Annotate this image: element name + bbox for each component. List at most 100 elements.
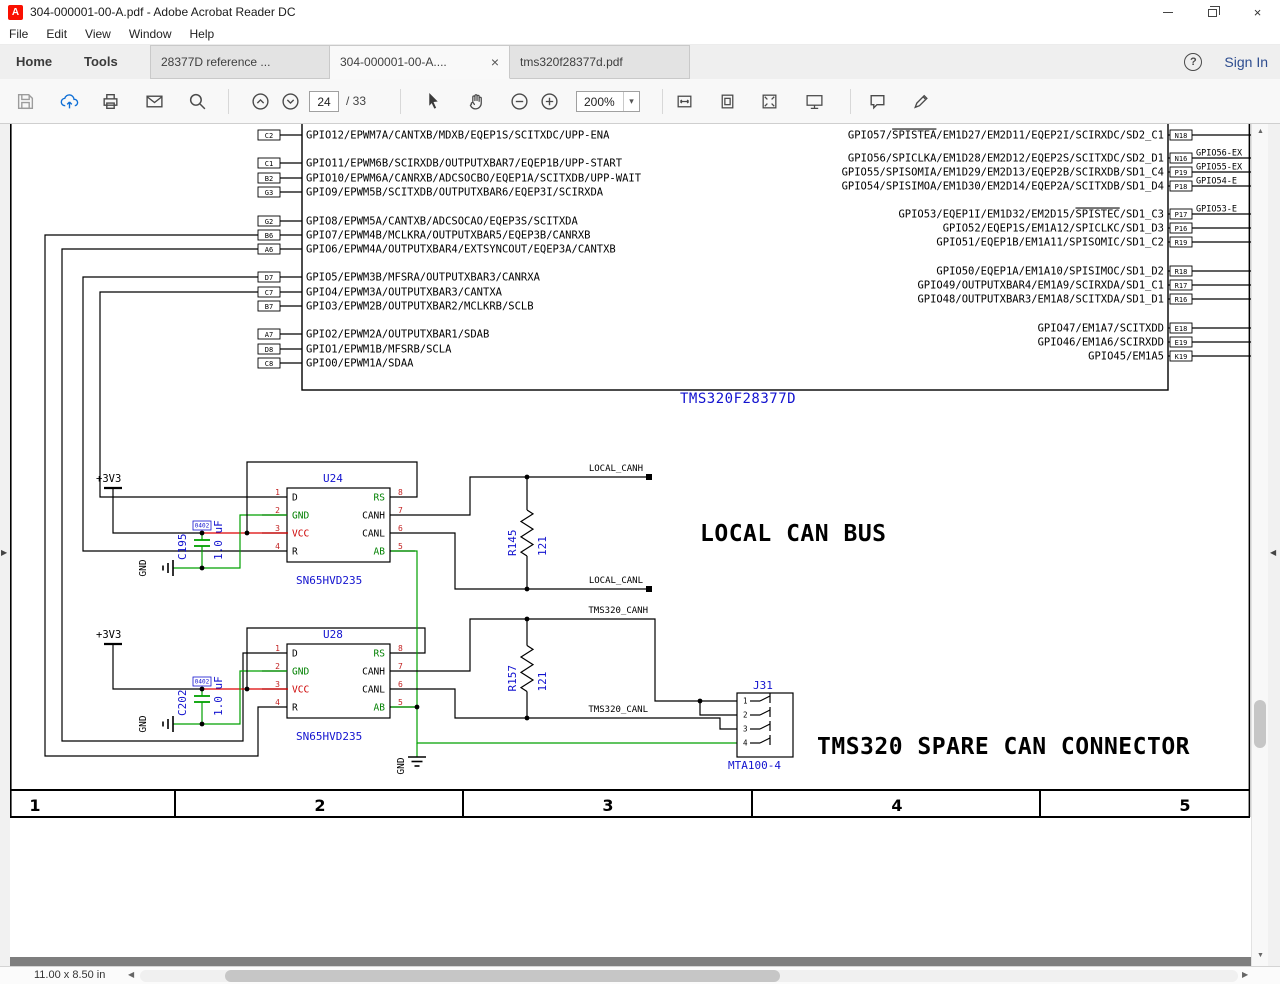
scroll-up-icon[interactable]: ▲	[1252, 128, 1269, 135]
svg-text:D: D	[292, 648, 298, 659]
next-page-button[interactable]	[274, 85, 306, 117]
comment-button[interactable]	[861, 85, 893, 117]
previous-page-button[interactable]	[244, 85, 276, 117]
tab-close-icon[interactable]: ×	[491, 54, 499, 70]
doc-tab-2-active[interactable]: 304-000001-00-A.... ×	[330, 45, 510, 79]
mcu-left-pins: C2 GPIO12/EPWM7A/CANTXB/MDXB/EQEP1S/SCITX…	[257, 130, 642, 370]
sign-in-button[interactable]: Sign In	[1224, 54, 1268, 70]
close-button[interactable]: ×	[1235, 0, 1280, 24]
select-tool-button[interactable]	[417, 85, 449, 117]
email-button[interactable]	[138, 85, 170, 117]
svg-text:RS: RS	[374, 648, 386, 659]
svg-text:R145: R145	[506, 530, 519, 557]
hscroll-left-icon[interactable]: ◀	[128, 970, 134, 979]
menu-help[interactable]: Help	[181, 27, 224, 41]
menu-edit[interactable]: Edit	[37, 27, 76, 41]
svg-text:GPIO50/EQEP1A/EM1A10/SPISIMOC/: GPIO50/EQEP1A/EM1A10/SPISIMOC/SD1_D2	[936, 266, 1164, 278]
svg-text:4: 4	[743, 739, 748, 748]
document-tabs: 28377D reference ... 304-000001-00-A....…	[150, 45, 690, 79]
svg-text:C7: C7	[265, 289, 273, 297]
resistors: R145 121 R157 121	[506, 477, 549, 718]
svg-text:N18: N18	[1175, 132, 1188, 140]
svg-text:G3: G3	[265, 189, 273, 197]
pdf-page[interactable]: 1 2 3 4 5 TMS320F28377D C2 GPIO12/EPWM7A/CANTXB…	[10, 124, 1251, 957]
svg-text:GPIO45/EM1A5: GPIO45/EM1A5	[1088, 351, 1164, 363]
menu-window[interactable]: Window	[120, 27, 181, 41]
menu-file[interactable]: File	[0, 27, 37, 41]
save-button[interactable]	[9, 85, 41, 117]
share-cloud-button[interactable]	[53, 85, 85, 117]
svg-text:GPIO6/EPWM4A/OUTPUTXBAR4/EXTSY: GPIO6/EPWM4A/OUTPUTXBAR4/EXTSYNCOUT/EQEP…	[306, 244, 616, 256]
scroll-down-icon[interactable]: ▼	[1252, 952, 1269, 959]
hscroll-thumb[interactable]	[225, 970, 780, 982]
zoom-out-button[interactable]	[503, 85, 535, 117]
page-count-label: / 33	[346, 94, 367, 108]
svg-text:K19: K19	[1175, 353, 1188, 361]
banner-labels: LOCAL CAN BUS TMS320 SPARE CAN CONNECTOR	[700, 521, 1190, 760]
right-panel-toggle-icon[interactable]: ◀	[1270, 548, 1276, 557]
transceiver-ics: U24 SN65HVD235 1 D 2 GND 3 VCC 4 R 8 RS 7 CANH 6 CANL 5 A…	[262, 472, 415, 743]
vertical-scrollbar[interactable]: ▲ ▼	[1251, 124, 1268, 966]
svg-text:R157: R157	[506, 665, 519, 692]
left-panel-toggle-icon[interactable]: ▶	[1, 548, 7, 557]
draw-tool-button[interactable]	[904, 85, 936, 117]
svg-text:0402: 0402	[195, 523, 210, 530]
svg-text:E19: E19	[1175, 339, 1188, 347]
svg-text:CANH: CANH	[362, 666, 385, 677]
svg-text:7: 7	[398, 662, 403, 671]
page-number-input[interactable]	[309, 91, 339, 112]
svg-text:GPIO49/OUTPUTXBAR4/EM1A9/SCIRX: GPIO49/OUTPUTXBAR4/EM1A9/SCIRXDA/SD1_C1	[917, 280, 1164, 292]
svg-text:D8: D8	[265, 346, 273, 354]
email-icon	[145, 95, 163, 107]
svg-text:AB: AB	[374, 702, 386, 713]
svg-text:GPIO9/EPWM5B/SCITXDB/OUTPUTXBA: GPIO9/EPWM5B/SCITXDB/OUTPUTXBAR6/EQEP3I/…	[306, 187, 604, 199]
hscroll-right-icon[interactable]: ▶	[1242, 970, 1248, 979]
zoom-level-dropdown[interactable]: 200% ▾	[576, 91, 640, 112]
svg-text:1: 1	[743, 697, 748, 706]
fit-width-button[interactable]	[668, 85, 700, 117]
svg-text:R16: R16	[1175, 296, 1188, 304]
window-controls: ×	[1145, 0, 1280, 24]
hand-tool-button[interactable]	[460, 85, 492, 117]
search-button[interactable]	[181, 85, 213, 117]
svg-text:5: 5	[1179, 796, 1190, 815]
svg-text:GPIO7/EPWM4B/MCLKRA/OUTPUTXBAR: GPIO7/EPWM4B/MCLKRA/OUTPUTXBAR5/EQEP3B/C…	[306, 230, 590, 242]
help-icon[interactable]: ?	[1184, 53, 1203, 71]
svg-text:1: 1	[29, 796, 40, 815]
svg-text:GPIO47/EM1A7/SCITXDD: GPIO47/EM1A7/SCITXDD	[1038, 323, 1164, 335]
svg-text:1.0 uF: 1.0 uF	[212, 520, 225, 560]
svg-text:GPIO11/EPWM6B/SCIRXDB/OUTPUTXB: GPIO11/EPWM6B/SCIRXDB/OUTPUTXBAR7/EQEP1B…	[306, 158, 623, 170]
presentation-mode-button[interactable]	[798, 85, 830, 117]
horizontal-scrollbar[interactable]	[140, 970, 1238, 982]
tab-home[interactable]: Home	[16, 45, 52, 79]
print-button[interactable]	[94, 85, 126, 117]
menu-view[interactable]: View	[76, 27, 120, 41]
vscroll-thumb[interactable]	[1254, 700, 1266, 748]
svg-text:GND: GND	[292, 510, 309, 521]
svg-text:GPIO0/EPWM1A/SDAA: GPIO0/EPWM1A/SDAA	[306, 358, 414, 370]
doc-tab-3[interactable]: tms320f28377d.pdf	[510, 45, 690, 79]
actual-size-button[interactable]	[753, 85, 785, 117]
close-icon: ×	[1253, 4, 1262, 20]
svg-text:D: D	[292, 492, 298, 503]
fit-width-icon	[677, 95, 691, 107]
svg-text:GPIO55/SPISOMIA/EM1D29/EM2D13/: GPIO55/SPISOMIA/EM1D29/EM2D13/EQEP2B/SCI…	[842, 167, 1164, 179]
svg-text:U28: U28	[323, 628, 343, 641]
doc-tab-1[interactable]: 28377D reference ...	[150, 45, 330, 79]
svg-text:GPIO53/EQEP1I/EM1D32/EM2D15/SP: GPIO53/EQEP1I/EM1D32/EM2D15/SPISTEC/SD1_…	[898, 209, 1164, 221]
tab-tools[interactable]: Tools	[84, 45, 118, 79]
svg-text:GPIO53-E: GPIO53-E	[1196, 205, 1237, 215]
fit-page-button[interactable]	[711, 85, 743, 117]
chevron-down-icon[interactable]: ▾	[623, 92, 639, 111]
power-symbols: +3V3 +3V3	[96, 473, 122, 646]
minimize-button[interactable]	[1145, 0, 1190, 24]
svg-text:R: R	[292, 702, 298, 713]
svg-text:GPIO12/EPWM7A/CANTXB/MDXB/EQEP: GPIO12/EPWM7A/CANTXB/MDXB/EQEP1S/SCITXDC…	[306, 130, 610, 142]
toolbar-separator	[400, 89, 401, 114]
svg-text:C1: C1	[265, 160, 273, 168]
svg-text:GPIO2/EPWM2A/OUTPUTXBAR1/SDAB: GPIO2/EPWM2A/OUTPUTXBAR1/SDAB	[306, 329, 489, 341]
schematic-drawing: 1 2 3 4 5 TMS320F28377D C2 GPIO12/EPWM7A/CANTXB…	[10, 124, 1251, 818]
svg-text:U24: U24	[323, 472, 343, 485]
zoom-in-button[interactable]	[533, 85, 565, 117]
restore-button[interactable]	[1190, 0, 1235, 24]
